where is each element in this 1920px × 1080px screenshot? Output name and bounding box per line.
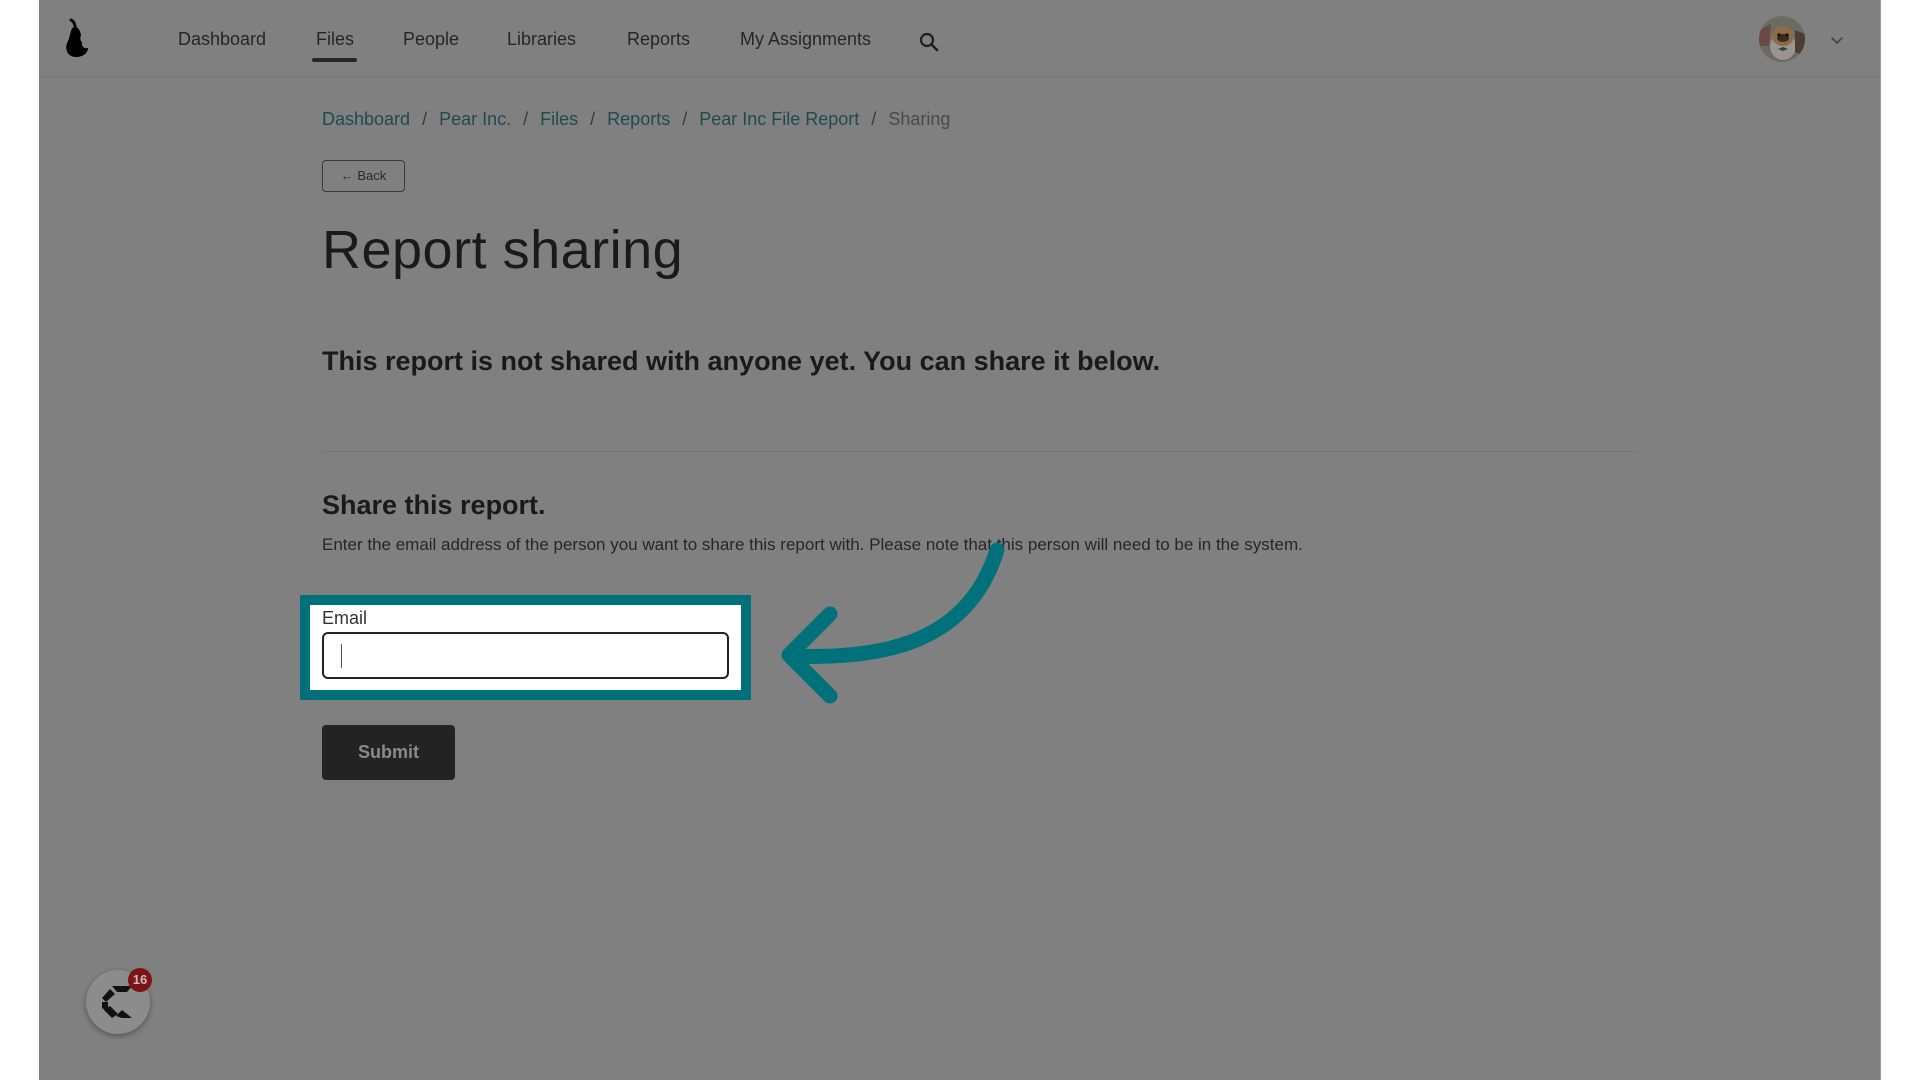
- nav-my-assignments[interactable]: My Assignments: [740, 27, 871, 51]
- page-overlay: Dashboard Files People Libraries Reports…: [39, 0, 1881, 1080]
- nav-active-indicator: [312, 58, 357, 62]
- breadcrumb-separator: /: [590, 109, 596, 129]
- chevron-down-icon[interactable]: [1830, 36, 1844, 46]
- section-divider: [322, 451, 1636, 452]
- nav-people[interactable]: People: [403, 27, 459, 51]
- nav-libraries[interactable]: Libraries: [507, 27, 576, 51]
- nav-files[interactable]: Files: [316, 27, 354, 51]
- breadcrumb-pear-inc[interactable]: Pear Inc.: [439, 109, 511, 129]
- nav-reports[interactable]: Reports: [627, 27, 690, 51]
- breadcrumb-separator: /: [523, 109, 529, 129]
- breadcrumb-separator: /: [422, 109, 428, 129]
- share-description: Enter the email address of the person yo…: [322, 535, 1303, 554]
- submit-button[interactable]: Submit: [322, 725, 455, 780]
- top-nav: Dashboard Files People Libraries Reports…: [39, 0, 1880, 77]
- share-heading: Share this report.: [322, 490, 546, 520]
- breadcrumb-separator: /: [871, 109, 877, 129]
- sharing-status-message: This report is not shared with anyone ye…: [322, 346, 1161, 376]
- back-button[interactable]: ← Back: [322, 160, 405, 192]
- email-input[interactable]: [322, 632, 729, 679]
- breadcrumb-files[interactable]: Files: [540, 109, 578, 129]
- pear-logo-icon[interactable]: [61, 17, 91, 59]
- avatar-image-icon: [1759, 24, 1805, 60]
- breadcrumb-current: Sharing: [888, 109, 951, 129]
- breadcrumb-reports[interactable]: Reports: [607, 109, 670, 129]
- search-icon[interactable]: [919, 32, 939, 52]
- breadcrumb-dashboard[interactable]: Dashboard: [322, 109, 410, 129]
- notification-badge: 16: [128, 968, 152, 992]
- page-title: Report sharing: [322, 220, 684, 280]
- breadcrumb-separator: /: [682, 109, 688, 129]
- user-avatar[interactable]: [1759, 16, 1805, 62]
- breadcrumb: Dashboard / Pear Inc. / Files / Reports / Pear I…: [322, 107, 950, 131]
- text-caret: [341, 644, 342, 668]
- breadcrumb-pear-inc-file-report[interactable]: Pear Inc File Report: [699, 109, 859, 129]
- nav-dashboard[interactable]: Dashboard: [178, 27, 266, 51]
- email-label: Email: [322, 608, 368, 628]
